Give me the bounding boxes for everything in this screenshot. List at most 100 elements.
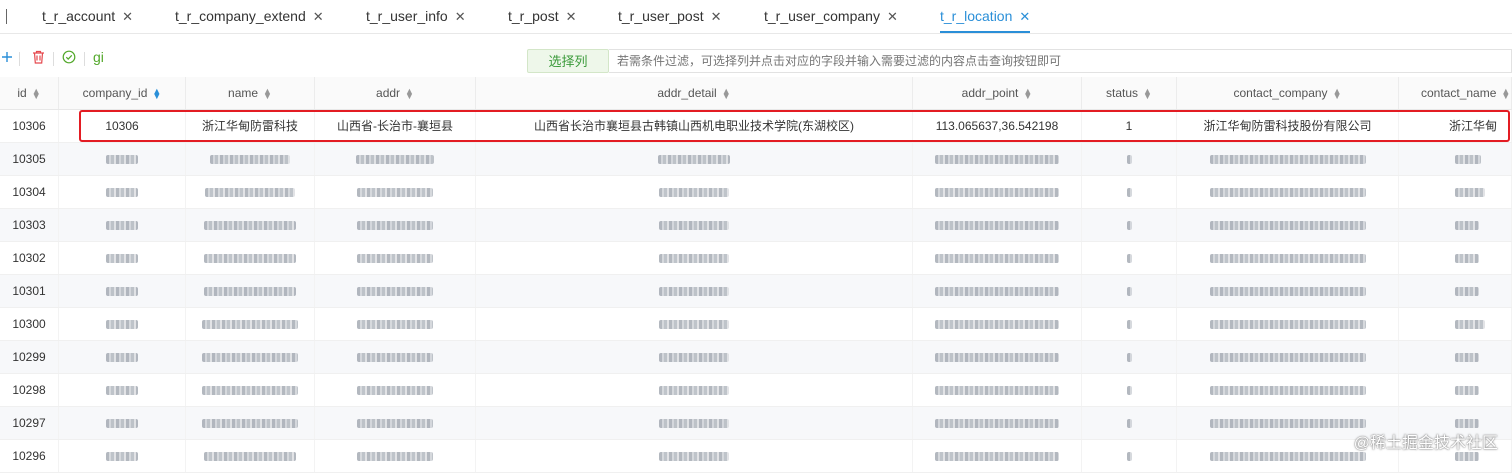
cell-name[interactable] <box>186 407 315 439</box>
table-row[interactable]: 10306 10306 浙江华甸防雷科技 山西省-长治市-襄垣县 山西省长治市襄… <box>0 110 1512 143</box>
cell-contact-company[interactable] <box>1177 308 1399 340</box>
cell-addr[interactable]: 山西省-长治市-襄垣县 <box>315 110 476 142</box>
tab-t-r-company-extend[interactable]: t_r_company_extend ✕ <box>175 0 324 33</box>
cell-addr[interactable] <box>315 176 476 208</box>
cell-contact-name[interactable] <box>1399 143 1512 175</box>
cell-addr-detail[interactable] <box>476 308 913 340</box>
trash-icon[interactable] <box>30 50 46 68</box>
column-header-contact-name[interactable]: contact_name ▲ ▼ <box>1399 77 1512 109</box>
sort-icon[interactable]: ▲ ▼ <box>1143 86 1152 100</box>
column-header-name[interactable]: name ▲ ▼ <box>186 77 315 109</box>
cell-name[interactable] <box>186 143 315 175</box>
cell-id[interactable]: 10301 <box>0 275 59 307</box>
table-row[interactable]: 10303 <box>0 209 1512 242</box>
cell-status[interactable] <box>1082 407 1177 439</box>
cell-contact-company[interactable] <box>1177 176 1399 208</box>
cell-addr-detail[interactable] <box>476 176 913 208</box>
cell-status[interactable] <box>1082 440 1177 472</box>
cell-addr[interactable] <box>315 374 476 406</box>
sort-icon[interactable]: ▲ ▼ <box>405 86 414 100</box>
table-row[interactable]: 10296 <box>0 440 1512 473</box>
close-icon[interactable]: ✕ <box>455 9 466 24</box>
column-header-contact-company[interactable]: contact_company ▲ ▼ <box>1177 77 1399 109</box>
close-icon[interactable]: ✕ <box>711 9 722 24</box>
table-row[interactable]: 10300 <box>0 308 1512 341</box>
cell-addr-detail[interactable]: 山西省长治市襄垣县古韩镇山西机电职业技术学院(东湖校区) <box>476 110 913 142</box>
cell-contact-name[interactable] <box>1399 176 1512 208</box>
cell-contact-company[interactable] <box>1177 275 1399 307</box>
cell-status[interactable] <box>1082 242 1177 274</box>
cell-id[interactable]: 10306 <box>0 110 59 142</box>
cell-company-id[interactable] <box>59 407 186 439</box>
cell-name[interactable] <box>186 440 315 472</box>
close-icon[interactable]: ✕ <box>122 9 133 24</box>
cell-status[interactable] <box>1082 374 1177 406</box>
tab-t-r-user-post[interactable]: t_r_user_post ✕ <box>618 0 722 33</box>
cell-addr[interactable] <box>315 275 476 307</box>
cell-addr-point[interactable]: 113.065637,36.542198 <box>913 110 1082 142</box>
cell-id[interactable]: 10300 <box>0 308 59 340</box>
cell-id[interactable]: 10303 <box>0 209 59 241</box>
filter-input[interactable] <box>609 49 1512 73</box>
cell-id[interactable]: 10304 <box>0 176 59 208</box>
cell-addr[interactable] <box>315 143 476 175</box>
cell-addr-point[interactable] <box>913 242 1082 274</box>
cell-addr-point[interactable] <box>913 440 1082 472</box>
cell-name[interactable] <box>186 209 315 241</box>
tab-t-r-post[interactable]: t_r_post ✕ <box>508 0 577 33</box>
cell-name[interactable] <box>186 341 315 373</box>
cell-addr-detail[interactable] <box>476 440 913 472</box>
cell-contact-name[interactable] <box>1399 341 1512 373</box>
cell-id[interactable]: 10298 <box>0 374 59 406</box>
cell-contact-company[interactable] <box>1177 242 1399 274</box>
close-icon[interactable]: ✕ <box>566 9 577 24</box>
cell-status[interactable] <box>1082 341 1177 373</box>
cell-addr-point[interactable] <box>913 275 1082 307</box>
cell-addr-detail[interactable] <box>476 242 913 274</box>
cell-id[interactable]: 10297 <box>0 407 59 439</box>
check-circle-icon[interactable] <box>61 50 77 68</box>
cell-contact-name[interactable] <box>1399 374 1512 406</box>
table-row[interactable]: 10301 <box>0 275 1512 308</box>
close-icon[interactable]: ✕ <box>1019 9 1030 24</box>
cell-contact-name[interactable] <box>1399 209 1512 241</box>
cell-addr-detail[interactable] <box>476 143 913 175</box>
column-header-status[interactable]: status ▲ ▼ <box>1082 77 1177 109</box>
cell-name[interactable] <box>186 308 315 340</box>
cell-status[interactable] <box>1082 275 1177 307</box>
cell-company-id[interactable] <box>59 176 186 208</box>
tab-t-r-account[interactable]: t_r_account ✕ <box>42 0 133 33</box>
cell-addr-point[interactable] <box>913 209 1082 241</box>
cell-company-id[interactable] <box>59 143 186 175</box>
cell-addr[interactable] <box>315 341 476 373</box>
plus-icon[interactable] <box>0 50 14 68</box>
cell-addr-point[interactable] <box>913 407 1082 439</box>
table-row[interactable]: 10298 <box>0 374 1512 407</box>
cell-contact-company[interactable] <box>1177 209 1399 241</box>
cell-name[interactable] <box>186 275 315 307</box>
cell-company-id[interactable] <box>59 308 186 340</box>
cell-addr-detail[interactable] <box>476 407 913 439</box>
cell-id[interactable]: 10305 <box>0 143 59 175</box>
gi-button[interactable]: gi <box>93 49 104 65</box>
sort-icon[interactable]: ▲ ▼ <box>1333 86 1342 100</box>
cell-company-id[interactable] <box>59 440 186 472</box>
cell-addr[interactable] <box>315 407 476 439</box>
cell-addr-detail[interactable] <box>476 341 913 373</box>
table-row[interactable]: 10297 <box>0 407 1512 440</box>
cell-id[interactable]: 10302 <box>0 242 59 274</box>
cell-company-id[interactable] <box>59 242 186 274</box>
cell-company-id[interactable] <box>59 275 186 307</box>
cell-addr-point[interactable] <box>913 374 1082 406</box>
sort-icon[interactable]: ▲ ▼ <box>152 86 161 100</box>
cell-addr[interactable] <box>315 209 476 241</box>
column-header-addr-point[interactable]: addr_point ▲ ▼ <box>913 77 1082 109</box>
cell-addr-point[interactable] <box>913 176 1082 208</box>
cell-status[interactable] <box>1082 176 1177 208</box>
cell-contact-name[interactable]: 浙江华甸 <box>1399 110 1512 142</box>
cell-name[interactable] <box>186 242 315 274</box>
cell-status[interactable] <box>1082 143 1177 175</box>
cell-company-id[interactable] <box>59 341 186 373</box>
cell-addr-point[interactable] <box>913 341 1082 373</box>
column-header-addr[interactable]: addr ▲ ▼ <box>315 77 476 109</box>
